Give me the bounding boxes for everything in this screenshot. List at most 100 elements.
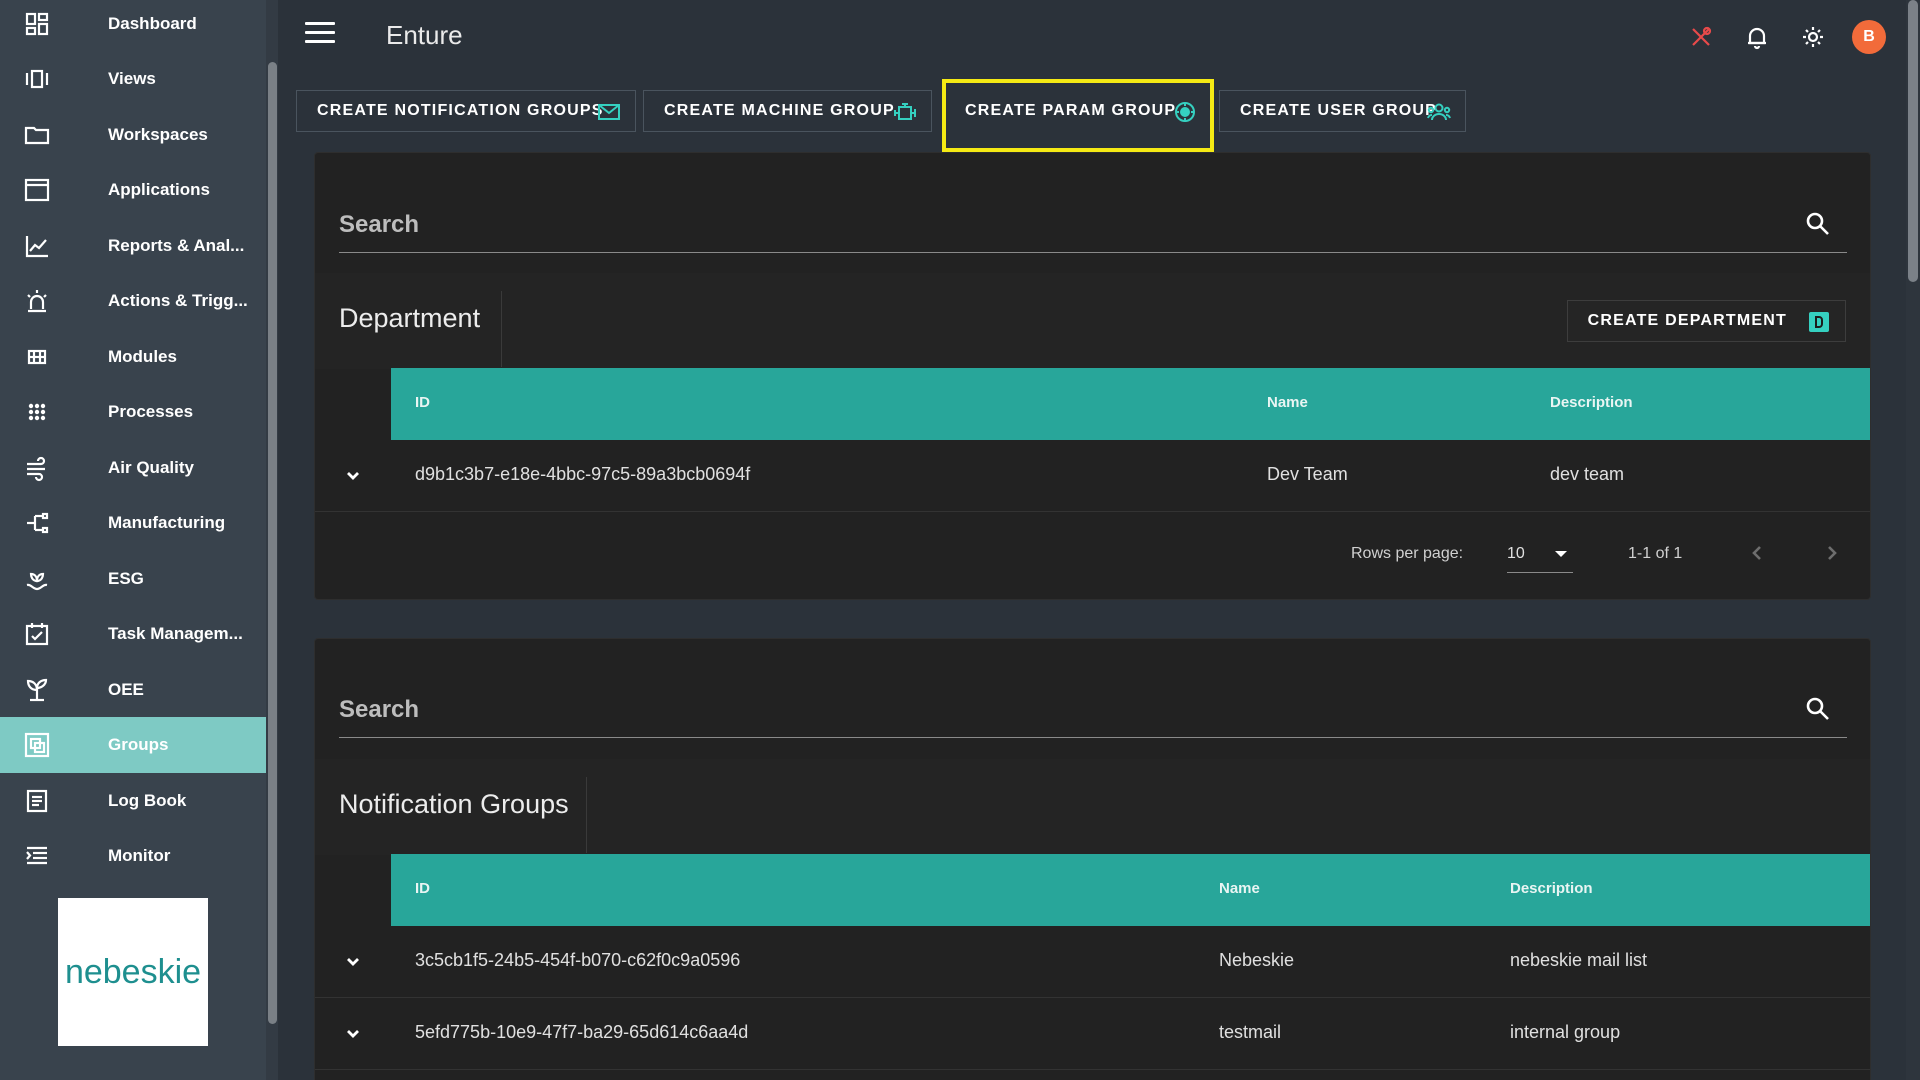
next-page-icon[interactable] — [1818, 539, 1846, 567]
sidebar-item-actions-triggers[interactable]: Actions & Trigg... — [0, 273, 266, 329]
sidebar-item-workspaces[interactable]: Workspaces — [0, 107, 266, 163]
sidebar-item-label: ESG — [108, 569, 144, 588]
notification-groups-search[interactable]: Search — [339, 678, 1847, 738]
search-input[interactable]: Search — [339, 696, 419, 724]
calendar-check-icon — [23, 620, 51, 648]
cell-id: 5efd775b-10e9-47f7-ba29-65d614c6aa4d — [415, 1022, 749, 1042]
sidebar-item-label: Processes — [108, 402, 194, 421]
user-avatar[interactable]: B — [1852, 20, 1886, 54]
column-header-name: Name — [1267, 394, 1308, 411]
sidebar-item-label: Actions & Trigg... — [108, 291, 248, 310]
section-title: Notification Groups — [339, 789, 569, 819]
sidebar-item-manufacturing[interactable]: Manufacturing — [0, 495, 266, 551]
sidebar-item-label: Manufacturing — [108, 513, 226, 532]
table-row[interactable]: d9b1c3b7-e18e-4bbc-97c5-89a3bcb0694f Dev… — [315, 440, 1870, 512]
sidebar-item-applications[interactable]: Applications — [0, 162, 266, 218]
sidebar-item-label: Groups — [108, 735, 169, 754]
sidebar-item-label: Dashboard — [108, 14, 197, 33]
search-icon[interactable] — [1805, 211, 1831, 237]
table-row[interactable]: 5efd775b-10e9-47f7-ba29-65d614c6aa4d tes… — [315, 998, 1870, 1070]
bell-icon[interactable] — [1744, 24, 1770, 50]
sidebar-item-processes[interactable]: Processes — [0, 384, 266, 440]
section-title: Department — [339, 303, 481, 333]
sidebar-item-label: Workspaces — [108, 125, 208, 144]
caret-down-icon — [1555, 551, 1567, 557]
sidebar-item-esg[interactable]: ESG — [0, 551, 266, 607]
notification-groups-header: Notification Groups — [315, 759, 1870, 855]
sidebar-item-air-quality[interactable]: Air Quality — [0, 440, 266, 496]
chart-line-icon — [23, 232, 51, 260]
sidebar-item-modules[interactable]: Modules — [0, 329, 266, 385]
cell-description: dev team — [1550, 464, 1625, 484]
log-book-icon — [23, 787, 51, 815]
cell-name: Dev Team — [1267, 464, 1348, 484]
notification-groups-card: Search Notification Groups ID Name Descr… — [314, 638, 1871, 1080]
department-header: Department CREATE DEPARTMENT — [315, 273, 1870, 369]
sidebar-item-label: Reports & Anal... — [108, 236, 245, 255]
sidebar-item-log-book[interactable]: Log Book — [0, 773, 266, 829]
sidebar: Dashboard Views Workspaces Applications … — [0, 0, 266, 1080]
pagination: Rows per page: 10 1-1 of 1 — [315, 513, 1870, 599]
logo-text: nebeskie — [64, 952, 202, 991]
views-icon — [23, 65, 51, 93]
sidebar-item-label: Applications — [108, 180, 211, 199]
sidebar-item-task-management[interactable]: Task Managem... — [0, 606, 266, 662]
department-table-header: ID Name Description — [391, 368, 1870, 440]
column-header-description: Description — [1550, 394, 1633, 411]
settings-gear-icon[interactable] — [1800, 24, 1826, 50]
plant-hand-icon — [23, 565, 51, 593]
header-divider — [586, 777, 587, 853]
cell-name: Nebeskie — [1219, 950, 1295, 970]
sidebar-item-label: Task Managem... — [108, 624, 243, 643]
sidebar-item-views[interactable]: Views — [0, 51, 266, 107]
app-title: Enture — [386, 20, 463, 50]
create-machine-group-button[interactable]: CREATE MACHINE GROUP — [643, 90, 932, 132]
tree-structure-icon — [23, 509, 51, 537]
search-input[interactable]: Search — [339, 211, 419, 239]
create-notification-groups-button[interactable]: CREATE NOTIFICATION GROUPS — [296, 90, 636, 132]
param-icon — [1173, 101, 1197, 123]
sidebar-item-label: Monitor — [108, 846, 171, 865]
menu-toggle-icon[interactable] — [305, 22, 335, 48]
table-row[interactable]: 3c5cb1f5-24b5-454f-b070-c62f0c9a0596 Neb… — [315, 926, 1870, 998]
sidebar-item-reports[interactable]: Reports & Anal... — [0, 218, 266, 274]
sidebar-item-oee[interactable]: OEE — [0, 662, 266, 718]
alarm-light-icon — [23, 287, 51, 315]
engine-icon — [893, 101, 917, 123]
notification-groups-table-header: ID Name Description — [391, 854, 1870, 926]
chevron-down-icon[interactable] — [339, 1020, 367, 1048]
chevron-down-icon[interactable] — [339, 462, 367, 490]
column-header-id: ID — [415, 880, 430, 897]
mail-icon — [597, 101, 621, 123]
monitor-list-icon — [23, 842, 51, 870]
window-icon — [23, 176, 51, 204]
cell-name: testmail — [1219, 1022, 1282, 1042]
create-param-group-button[interactable]: CREATE PARAM GROUP — [944, 90, 1212, 132]
main-scrollbar-thumb[interactable] — [1908, 0, 1918, 282]
create-department-button[interactable]: CREATE DEPARTMENT — [1566, 300, 1846, 342]
header-divider — [501, 291, 502, 367]
dots-grid-icon — [23, 398, 51, 426]
chevron-down-icon[interactable] — [339, 948, 367, 976]
create-user-group-button[interactable]: CREATE USER GROUP — [1219, 90, 1466, 132]
cell-description: nebeskie mail list — [1510, 950, 1648, 970]
department-search[interactable]: Search — [339, 193, 1847, 253]
sidebar-item-label: Modules — [108, 347, 177, 366]
sidebar-scrollbar-thumb[interactable] — [268, 62, 277, 1024]
previous-page-icon[interactable] — [1743, 539, 1771, 567]
sidebar-item-label: OEE — [108, 680, 144, 699]
sidebar-item-dashboard[interactable]: Dashboard — [0, 0, 266, 52]
department-icon — [1809, 312, 1829, 332]
dashboard-icon — [23, 10, 51, 38]
sprout-icon — [23, 676, 51, 704]
sidebar-item-groups[interactable]: Groups — [0, 717, 266, 773]
search-icon[interactable] — [1805, 696, 1831, 722]
cell-id: 3c5cb1f5-24b5-454f-b070-c62f0c9a0596 — [415, 950, 741, 970]
tools-off-icon[interactable] — [1688, 24, 1714, 50]
department-card: Search Department CREATE DEPARTMENT ID N… — [314, 152, 1871, 600]
cell-description: internal group — [1510, 1022, 1621, 1042]
sidebar-item-monitor[interactable]: Monitor — [0, 828, 266, 884]
sidebar-item-label: Log Book — [108, 791, 187, 810]
rows-per-page-select[interactable]: 10 — [1507, 533, 1573, 573]
group-icon — [23, 731, 51, 759]
